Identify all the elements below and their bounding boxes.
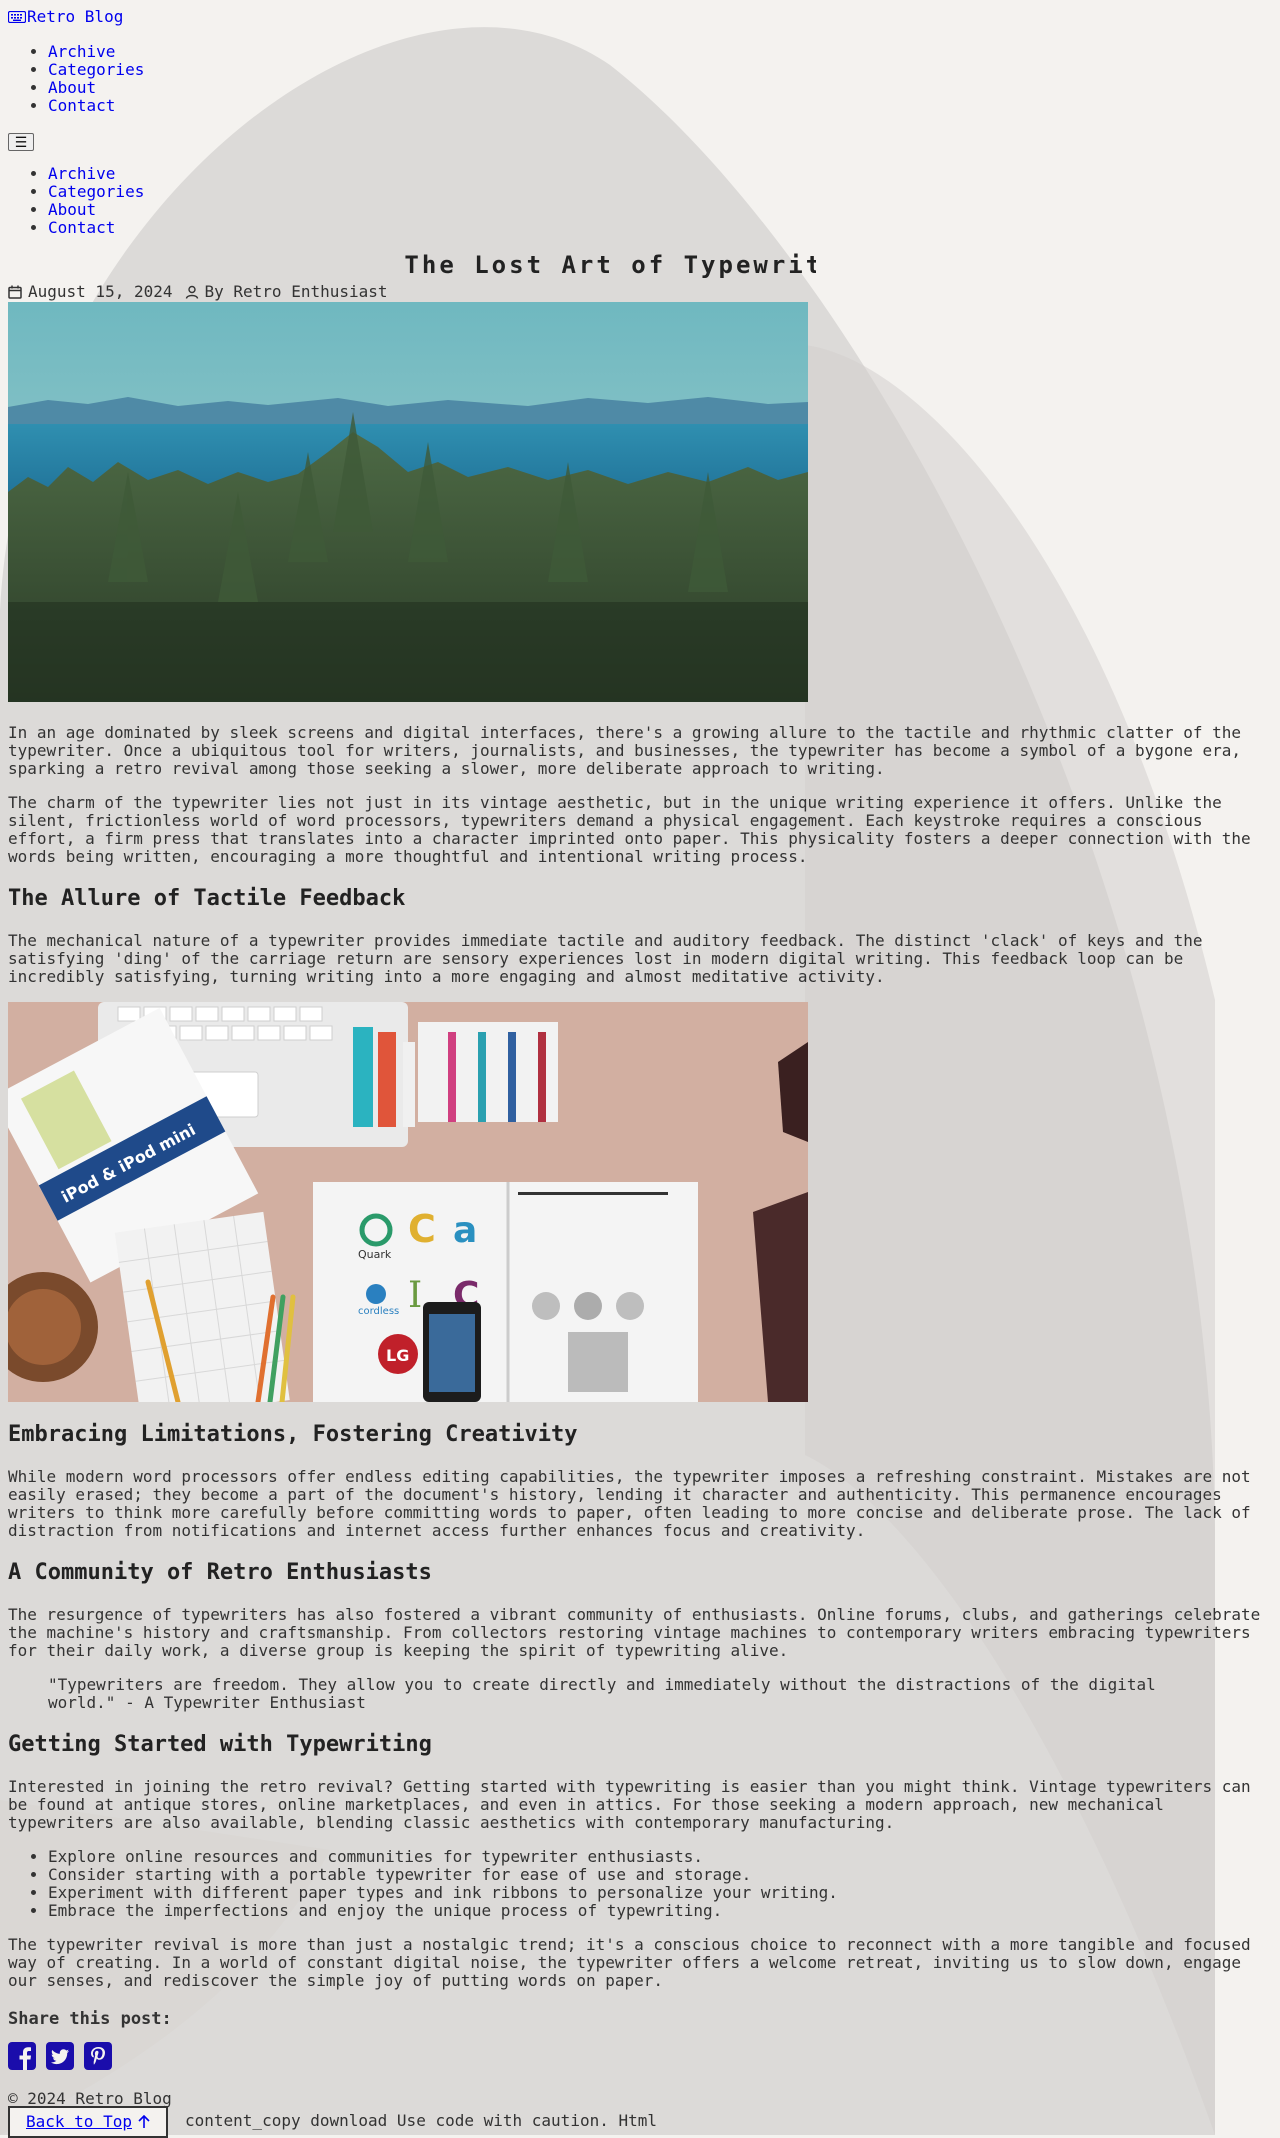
menu-toggle-button[interactable]: ☰ [8, 133, 34, 151]
main-nav: Archive Categories About Contact [8, 43, 1272, 115]
mobile-nav-link-about[interactable]: About [48, 200, 96, 219]
tip-item: Explore online resources and communities… [48, 1848, 1272, 1866]
conclusion-paragraph: The typewriter revival is more than just… [8, 1935, 1251, 1990]
post-meta: August 15, 2024 By Retro Enthusiast [8, 283, 1272, 301]
post-title-container: The Lost Art of Typewriting [8, 251, 816, 279]
section-text-tactile: The mechanical nature of a typewriter pr… [8, 931, 1203, 986]
site-title-text: Retro Blog [27, 7, 124, 26]
logo-c-yellow-text: C [408, 1207, 436, 1251]
tips-list: Explore online resources and communities… [8, 1848, 1272, 1920]
typewriter-keyboard-icon [8, 11, 26, 23]
logo-a-blue-text: a [453, 1210, 477, 1251]
section-text-community: The resurgence of typewriters has also f… [8, 1605, 1261, 1660]
calendar-icon [8, 285, 22, 299]
desk-flatlay-image: iPod & iPod mini Quark C a cordless I C … [8, 1002, 808, 1402]
site-title-link[interactable]: Retro Blog [8, 8, 123, 26]
section-text-limitations: While modern word processors offer endle… [8, 1467, 1251, 1540]
share-buttons [8, 2042, 1272, 2070]
arrow-up-icon [138, 2115, 150, 2128]
section-heading-limitations: Embracing Limitations, Fostering Creativ… [8, 1422, 578, 1447]
hero-image-forest-sea [8, 302, 808, 702]
intro-paragraph-1: In an age dominated by sleek screens and… [8, 723, 1241, 778]
section-heading-getting-started: Getting Started with Typewriting [8, 1732, 432, 1757]
tip-item: Experiment with different paper types an… [48, 1884, 1272, 1902]
back-to-top-button[interactable]: Back to Top [8, 2106, 168, 2138]
facebook-icon[interactable] [8, 2042, 36, 2070]
nav-link-archive[interactable]: Archive [48, 42, 115, 61]
mobile-nav-item-contact: Contact [48, 219, 1272, 237]
post-title: The Lost Art of Typewriting [404, 251, 816, 279]
nav-item-contact: Contact [48, 97, 1272, 115]
mobile-nav: Archive Categories About Contact [8, 165, 1272, 237]
mobile-nav-link-categories[interactable]: Categories [48, 182, 144, 201]
nav-item-about: About [48, 79, 1272, 97]
section-heading-tactile: The Allure of Tactile Feedback [8, 886, 406, 911]
logo-cordless-text: cordless [358, 1306, 399, 1317]
logo-quark-text: Quark [358, 1248, 392, 1261]
section-heading-community: A Community of Retro Enthusiasts [8, 1560, 432, 1585]
logo-ic-text: I [408, 1275, 422, 1316]
nav-link-categories[interactable]: Categories [48, 60, 144, 79]
nav-item-archive: Archive [48, 43, 1272, 61]
post-author: By Retro Enthusiast [204, 282, 388, 301]
share-heading: Share this post: [8, 2009, 172, 2029]
section-text-getting-started: Interested in joining the retro revival?… [8, 1777, 1251, 1832]
code-caution-text: content_copy download Use code with caut… [185, 2111, 658, 2130]
mobile-nav-item-categories: Categories [48, 183, 1272, 201]
user-icon [185, 285, 198, 299]
enthusiast-quote: "Typewriters are freedom. They allow you… [48, 1675, 1156, 1712]
nav-link-about[interactable]: About [48, 78, 96, 97]
site-footer: © 2024 Retro Blog Back to Top content_co… [8, 2089, 1272, 2138]
back-to-top-label: Back to Top [26, 2112, 132, 2131]
mobile-nav-link-archive[interactable]: Archive [48, 164, 115, 183]
twitter-icon[interactable] [46, 2042, 74, 2070]
tip-item: Consider starting with a portable typewr… [48, 1866, 1272, 1884]
intro-paragraph-2: The charm of the typewriter lies not jus… [8, 793, 1251, 866]
mobile-nav-link-contact[interactable]: Contact [48, 218, 115, 237]
mobile-nav-item-archive: Archive [48, 165, 1272, 183]
logo-lg-text: LG [386, 1346, 409, 1365]
tip-item: Embrace the imperfections and enjoy the … [48, 1902, 1272, 1920]
copyright-text: © 2024 Retro Blog [8, 2089, 172, 2108]
nav-item-categories: Categories [48, 61, 1272, 79]
mobile-nav-item-about: About [48, 201, 1272, 219]
pinterest-icon[interactable] [84, 2042, 112, 2070]
nav-link-contact[interactable]: Contact [48, 96, 115, 115]
post-date: August 15, 2024 [28, 282, 173, 301]
